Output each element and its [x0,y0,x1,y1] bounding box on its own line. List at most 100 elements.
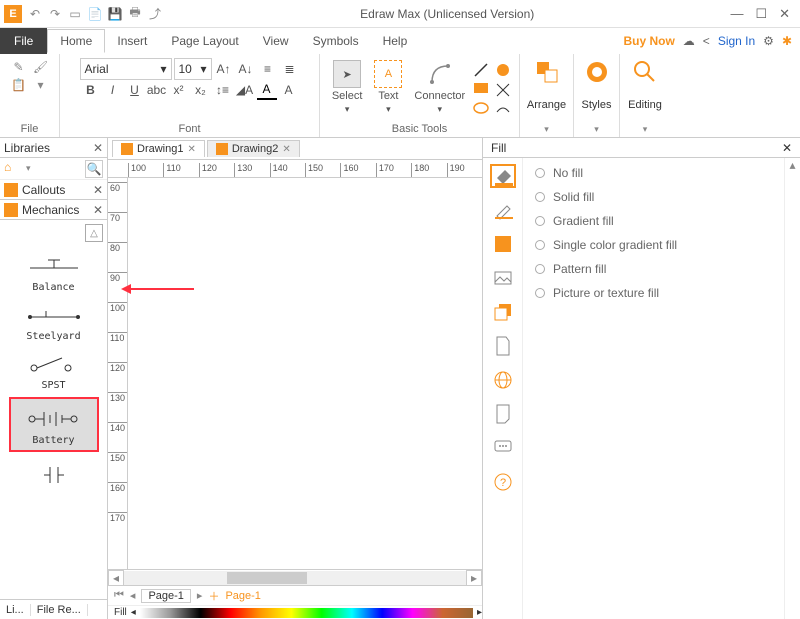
rect-shape-icon[interactable] [473,82,489,98]
doc-tab-drawing2[interactable]: Drawing2✕ [207,140,300,157]
brush-icon[interactable]: ✎ [10,58,28,76]
superscript-button[interactable]: x² [169,80,189,100]
shape-battery[interactable]: Battery [9,397,99,452]
print-icon[interactable]: 🖶 [126,5,144,23]
curve-shape-icon[interactable] [495,102,511,118]
ellipse-shape-icon[interactable] [473,102,489,118]
tab-view[interactable]: View [251,30,301,52]
fill-option-none[interactable]: No fill [535,166,772,180]
connector-tool[interactable]: Connector▾ [410,58,469,117]
scroll-left-icon[interactable]: ◂ [108,570,124,586]
tab-home[interactable]: Home [47,29,105,53]
text-tool[interactable]: A Text▾ [370,58,406,117]
styles-icon[interactable] [583,58,611,86]
redo-icon[interactable]: ↷ [46,5,64,23]
save-icon[interactable]: 💾 [106,5,124,23]
scroll-up-icon[interactable]: ▴ [785,158,800,172]
strike-button[interactable]: abc [147,80,167,100]
library-search-icon[interactable]: 🔍 [85,160,103,178]
increase-font-icon[interactable]: A↑ [214,59,234,79]
solid-color-icon[interactable] [490,232,516,256]
category-close-icon[interactable]: ✕ [93,183,103,197]
export-icon[interactable]: ⤴ [146,5,164,23]
fill-option-gradient[interactable]: Gradient fill [535,214,772,228]
tab-file-re[interactable]: File Re... [31,604,88,616]
line-spacing-icon[interactable]: ↕≡ [213,80,233,100]
library-home-icon[interactable]: ⌂ [4,160,22,178]
background-color-icon[interactable]: A [279,80,299,100]
bold-button[interactable]: B [81,80,101,100]
doc-tab-drawing1[interactable]: Drawing1✕ [112,140,205,157]
pen-icon[interactable] [490,198,516,222]
arrange-dropdown-icon[interactable]: ▾ [544,124,549,135]
maximize-button[interactable]: ☐ [755,6,767,22]
comment-icon[interactable] [490,436,516,460]
editing-dropdown-icon[interactable]: ▾ [643,124,648,135]
wondershare-icon[interactable]: ✱ [782,34,792,48]
select-tool[interactable]: ➤ Select▾ [328,58,367,117]
share-icon[interactable]: < [703,34,710,48]
fill-option-single-gradient[interactable]: Single color gradient fill [535,238,772,252]
align-left-icon[interactable]: ≡ [258,59,278,79]
page-icon[interactable] [490,334,516,358]
horizontal-scrollbar[interactable]: ◂ ▸ [108,569,482,585]
globe-icon[interactable] [490,368,516,392]
page-prev-icon[interactable]: ◂ [130,589,136,602]
close-icon[interactable]: ✕ [187,144,195,155]
layers-icon[interactable] [490,300,516,324]
library-home-dropdown-icon[interactable]: ▾ [26,163,31,174]
colorstrip-prev-icon[interactable]: ◂ [131,607,136,618]
italic-button[interactable]: I [103,80,123,100]
fill-option-pattern[interactable]: Pattern fill [535,262,772,276]
cross-shape-icon[interactable] [495,82,511,98]
minimize-button[interactable]: — [730,6,743,22]
format-painter-icon[interactable]: 🖌 [32,58,50,76]
sign-in-link[interactable]: Sign In [718,34,755,48]
page-next-icon[interactable]: ▸ [197,589,203,602]
underline-button[interactable]: U [125,80,145,100]
open-icon[interactable]: 📄 [86,5,104,23]
clipboard-dropdown-icon[interactable]: ▾ [32,76,50,94]
shape-balance[interactable]: Balance [9,250,99,293]
buy-now-link[interactable]: Buy Now [623,34,674,48]
fill-bucket-icon[interactable] [490,164,516,188]
drawing-canvas[interactable] [128,178,482,569]
fill-vertical-scrollbar[interactable]: ▴ [784,158,800,619]
new-icon[interactable]: ▭ [66,5,84,23]
tab-symbols[interactable]: Symbols [301,30,371,52]
tab-li[interactable]: Li... [0,604,31,616]
add-page-icon[interactable]: ＋ [208,588,219,604]
category-close-icon[interactable]: ✕ [93,203,103,217]
editing-icon[interactable] [631,58,659,86]
undo-icon[interactable]: ↶ [26,5,44,23]
shape-spst[interactable]: SPST [9,348,99,391]
shape-capacitor[interactable] [9,458,99,490]
styles-dropdown-icon[interactable]: ▾ [594,124,599,135]
shape-steelyard[interactable]: Steelyard [9,299,99,342]
library-category-callouts[interactable]: Callouts ✕ [0,180,107,200]
font-size-select[interactable]: 10▾ [174,58,212,80]
close-icon[interactable]: ✕ [282,144,290,155]
page-tab-1[interactable]: Page-1 [141,589,190,603]
scroll-right-icon[interactable]: ▸ [466,570,482,586]
decrease-font-icon[interactable]: A↓ [236,59,256,79]
picture-icon[interactable] [490,266,516,290]
circle-shape-icon[interactable] [495,62,511,78]
font-color-icon[interactable]: A [257,80,277,100]
library-category-mechanics[interactable]: Mechanics ✕ [0,200,107,220]
scroll-thumb[interactable] [227,572,307,584]
subscript-button[interactable]: x₂ [191,80,211,100]
tab-page-layout[interactable]: Page Layout [159,30,250,52]
font-family-select[interactable]: Arial▾ [80,58,172,80]
file-menu[interactable]: File [0,28,47,54]
fill-panel-close-icon[interactable]: ✕ [782,141,792,155]
color-swatches[interactable] [140,608,473,618]
paste-icon[interactable]: 📋 [10,76,28,94]
note-icon[interactable] [490,402,516,426]
help-icon[interactable]: ? [490,470,516,494]
gear-icon[interactable]: ⚙ [763,34,774,48]
fill-option-solid[interactable]: Solid fill [535,190,772,204]
libraries-close-icon[interactable]: ✕ [93,141,103,155]
close-button[interactable]: ✕ [779,6,790,22]
page-first-icon[interactable]: ⏮ [114,589,124,602]
